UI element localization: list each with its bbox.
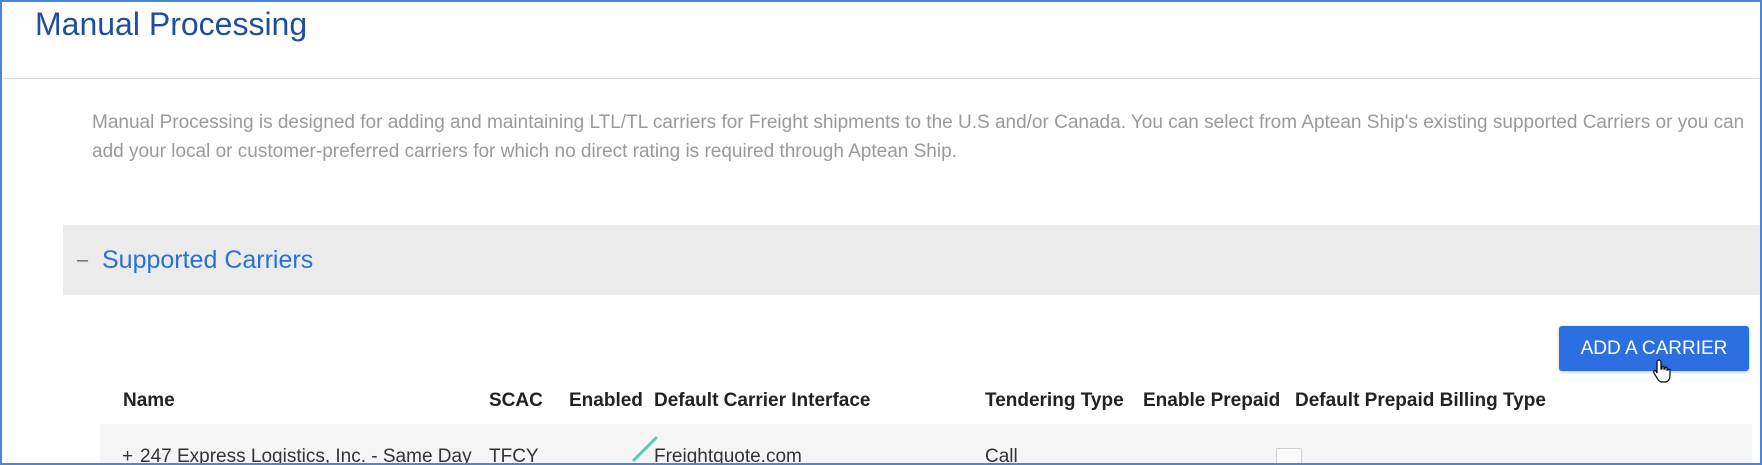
expand-icon[interactable]: + xyxy=(122,446,133,463)
app-window: Manual Processing Manual Processing is d… xyxy=(0,0,1762,465)
section-title[interactable]: Supported Carriers xyxy=(102,246,313,275)
page-title: Manual Processing xyxy=(35,6,308,42)
collapse-icon[interactable]: – xyxy=(77,249,99,272)
enable-prepaid-checkbox[interactable] xyxy=(1276,448,1302,463)
column-header-enabled[interactable]: Enabled xyxy=(569,390,643,412)
column-header-default-prepaid-billing-type[interactable]: Default Prepaid Billing Type xyxy=(1295,390,1546,412)
supported-carriers-section-header[interactable]: – Supported Carriers xyxy=(63,225,1760,295)
title-divider xyxy=(2,78,1760,79)
column-header-enable-prepaid[interactable]: Enable Prepaid xyxy=(1143,390,1280,412)
column-header-default-carrier-interface[interactable]: Default Carrier Interface xyxy=(654,390,870,412)
carrier-tendering-type: Call xyxy=(985,446,1018,465)
table-row[interactable]: + 247 Express Logistics, Inc. - Same Day… xyxy=(100,424,1752,465)
carrier-interface: Freightquote.com xyxy=(654,446,802,465)
carrier-scac: TFCY xyxy=(489,446,539,465)
column-header-tendering-type[interactable]: Tendering Type xyxy=(985,390,1124,412)
page-description: Manual Processing is designed for adding… xyxy=(92,112,1745,162)
column-header-scac[interactable]: SCAC xyxy=(489,390,543,412)
hand-pointer-icon xyxy=(1653,359,1671,383)
column-header-name[interactable]: Name xyxy=(123,390,175,412)
carrier-name: 247 Express Logistics, Inc. - Same Day xyxy=(140,446,472,465)
